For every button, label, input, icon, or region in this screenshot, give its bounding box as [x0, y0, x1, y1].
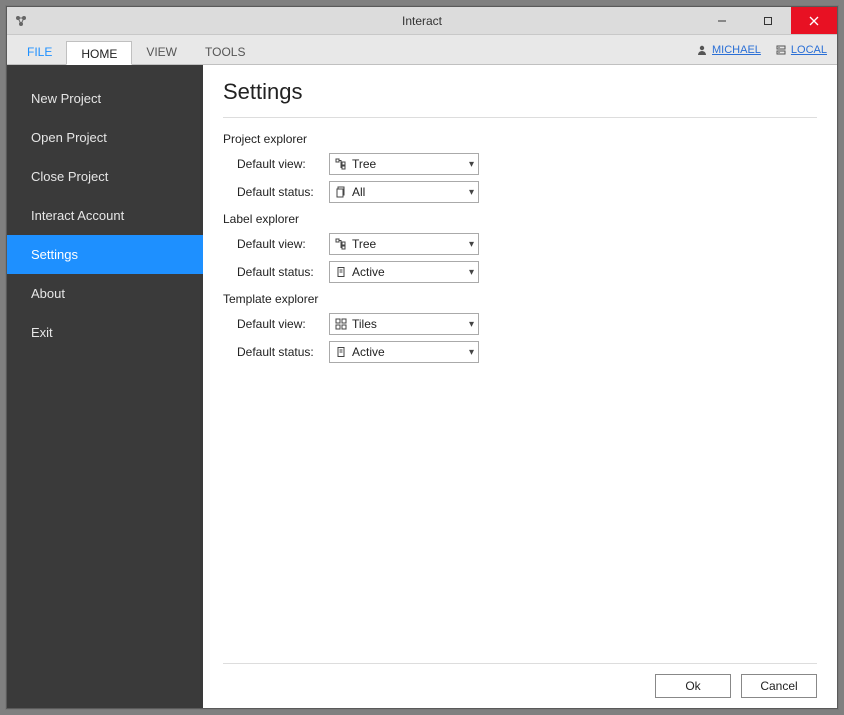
location-link-text: LOCAL: [791, 44, 827, 56]
tree-icon: [334, 238, 348, 250]
select-project-default-status[interactable]: All ▾: [329, 181, 479, 203]
minimize-button[interactable]: [699, 7, 745, 34]
ribbon-right-links: MICHAEL LOCAL: [696, 35, 827, 64]
user-link-text: MICHAEL: [712, 44, 761, 56]
section-project-explorer: Project explorer: [223, 132, 817, 146]
location-link[interactable]: LOCAL: [775, 44, 827, 56]
document-icon: [334, 266, 348, 278]
ok-button[interactable]: Ok: [655, 674, 731, 698]
select-template-default-status[interactable]: Active ▾: [329, 341, 479, 363]
title-divider: [223, 117, 817, 118]
label-template-default-view: Default view:: [223, 317, 329, 331]
window-controls: [699, 7, 837, 34]
dialog-footer: Ok Cancel: [223, 663, 817, 698]
chevron-down-icon: ▾: [469, 319, 474, 330]
tab-home[interactable]: HOME: [66, 41, 132, 65]
select-label-default-status-value: Active: [352, 265, 469, 279]
app-icon: [7, 14, 35, 28]
label-project-default-status: Default status:: [223, 185, 329, 199]
page-title: Settings: [223, 79, 817, 105]
row-label-default-status: Default status: Active ▾: [223, 261, 817, 283]
titlebar: Interact: [7, 7, 837, 35]
body: New Project Open Project Close Project I…: [7, 65, 837, 708]
row-project-default-status: Default status: All ▾: [223, 181, 817, 203]
label-label-default-status: Default status:: [223, 265, 329, 279]
label-template-default-status: Default status:: [223, 345, 329, 359]
document-stack-icon: [334, 186, 348, 198]
ribbon-tabs: FILE HOME VIEW TOOLS MICHAEL LOCAL: [7, 35, 837, 65]
row-template-default-view: Default view: Tiles ▾: [223, 313, 817, 335]
sidebar-item-close-project[interactable]: Close Project: [7, 157, 203, 196]
select-label-default-view-value: Tree: [352, 237, 469, 251]
select-project-default-view-value: Tree: [352, 157, 469, 171]
settings-panel: Settings Project explorer Default view: …: [203, 65, 837, 708]
sidebar-item-settings[interactable]: Settings: [7, 235, 203, 274]
label-project-default-view: Default view:: [223, 157, 329, 171]
select-label-default-status[interactable]: Active ▾: [329, 261, 479, 283]
chevron-down-icon: ▾: [469, 267, 474, 278]
chevron-down-icon: ▾: [469, 187, 474, 198]
row-template-default-status: Default status: Active ▾: [223, 341, 817, 363]
document-icon: [334, 346, 348, 358]
user-icon: [696, 44, 708, 56]
sidebar: New Project Open Project Close Project I…: [7, 65, 203, 708]
section-label-explorer: Label explorer: [223, 212, 817, 226]
tab-tools[interactable]: TOOLS: [191, 40, 259, 64]
row-project-default-view: Default view: Tree ▾: [223, 153, 817, 175]
select-template-default-view-value: Tiles: [352, 317, 469, 331]
select-project-default-status-value: All: [352, 185, 469, 199]
tree-icon: [334, 158, 348, 170]
select-project-default-view[interactable]: Tree ▾: [329, 153, 479, 175]
chevron-down-icon: ▾: [469, 239, 474, 250]
sidebar-item-exit[interactable]: Exit: [7, 313, 203, 352]
select-template-default-view[interactable]: Tiles ▾: [329, 313, 479, 335]
close-button[interactable]: [791, 7, 837, 34]
tab-view[interactable]: VIEW: [132, 40, 191, 64]
user-link[interactable]: MICHAEL: [696, 44, 761, 56]
chevron-down-icon: ▾: [469, 347, 474, 358]
row-label-default-view: Default view: Tree ▾: [223, 233, 817, 255]
tiles-icon: [334, 318, 348, 330]
maximize-button[interactable]: [745, 7, 791, 34]
sidebar-item-open-project[interactable]: Open Project: [7, 118, 203, 157]
server-icon: [775, 44, 787, 56]
tab-file[interactable]: FILE: [13, 40, 66, 64]
chevron-down-icon: ▾: [469, 159, 474, 170]
sidebar-item-interact-account[interactable]: Interact Account: [7, 196, 203, 235]
cancel-button[interactable]: Cancel: [741, 674, 817, 698]
section-template-explorer: Template explorer: [223, 292, 817, 306]
sidebar-item-new-project[interactable]: New Project: [7, 79, 203, 118]
select-template-default-status-value: Active: [352, 345, 469, 359]
label-label-default-view: Default view:: [223, 237, 329, 251]
app-window: Interact FILE HOME VIEW TOOLS MICHAEL: [6, 6, 838, 709]
sidebar-item-about[interactable]: About: [7, 274, 203, 313]
select-label-default-view[interactable]: Tree ▾: [329, 233, 479, 255]
